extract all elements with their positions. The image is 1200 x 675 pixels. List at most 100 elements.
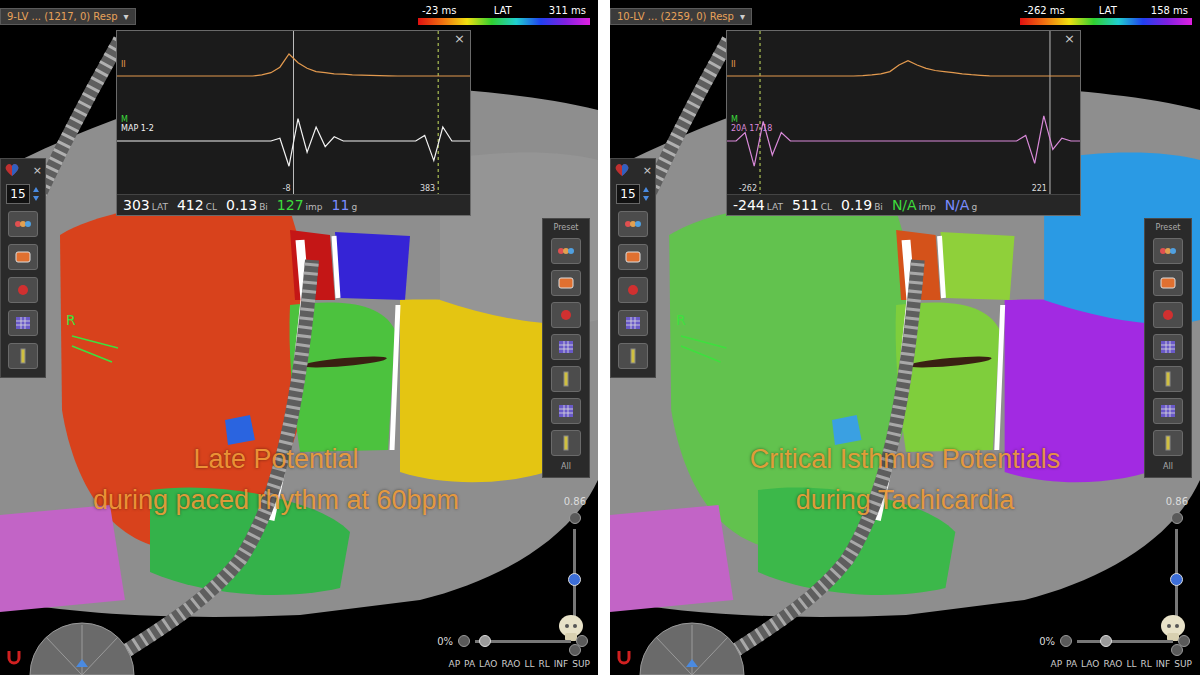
- tool-button[interactable]: [618, 211, 648, 237]
- tool-button[interactable]: [551, 430, 581, 456]
- tool-button[interactable]: [1153, 334, 1183, 360]
- marker-line[interactable]: [760, 31, 761, 194]
- close-button[interactable]: ×: [33, 164, 42, 177]
- plus-button[interactable]: [1178, 635, 1190, 647]
- filter-dropdown[interactable]: All: [561, 462, 571, 471]
- minus-button[interactable]: [458, 635, 470, 647]
- tool-button[interactable]: [1153, 302, 1183, 328]
- tool-button[interactable]: [1153, 398, 1183, 424]
- tool-button[interactable]: [8, 343, 38, 369]
- view-button[interactable]: RAO: [1103, 659, 1122, 669]
- trace-line: [727, 116, 1080, 166]
- tool-button[interactable]: [551, 334, 581, 360]
- preset-dropdown[interactable]: Preset: [1156, 223, 1181, 232]
- point-counter[interactable]: 15: [616, 184, 649, 204]
- tool-button[interactable]: [551, 366, 581, 392]
- tool-button[interactable]: [8, 211, 38, 237]
- filter-dropdown[interactable]: All: [1163, 462, 1173, 471]
- plus-button[interactable]: [1171, 512, 1183, 524]
- marker-line[interactable]: [1049, 31, 1050, 194]
- tool-button[interactable]: [1153, 270, 1183, 296]
- view-button[interactable]: RL: [538, 659, 549, 669]
- point-counter[interactable]: 15: [6, 184, 39, 204]
- spin-icon[interactable]: [642, 186, 650, 202]
- tool-button[interactable]: [1153, 430, 1183, 456]
- view-button[interactable]: PA: [1066, 659, 1077, 669]
- view-button[interactable]: LAO: [1081, 659, 1099, 669]
- marker-line[interactable]: [293, 31, 294, 194]
- marker-label: 383: [420, 184, 435, 193]
- view-buttons: AP PA LAO RAO LL RL INFSUP: [1050, 659, 1192, 669]
- signal-window[interactable]: ×IIMMAP 1-2-8383303LAT412CL0.13Bi127imp1…: [116, 30, 471, 216]
- grid-icon: [623, 315, 643, 331]
- map-region: [225, 415, 255, 445]
- view-button[interactable]: INF: [554, 659, 569, 669]
- view-button[interactable]: SUP: [572, 659, 590, 669]
- preset-dropdown[interactable]: Preset: [554, 223, 579, 232]
- view-button[interactable]: LL: [1126, 659, 1136, 669]
- readout-row: 303LAT412CL0.13Bi127imp11g: [117, 194, 470, 215]
- points-icon: [1158, 243, 1178, 259]
- tool-button[interactable]: [551, 238, 581, 264]
- tool-button[interactable]: [618, 277, 648, 303]
- readout: 0.13Bi: [226, 197, 268, 213]
- map-selector[interactable]: 9-LV ... (1217, 0) Resp▾: [0, 8, 136, 25]
- map-panel[interactable]: 9-LV ... (1217, 0) Resp▾-23 msLAT311 ms×…: [0, 0, 598, 675]
- magnet-icon: [616, 649, 632, 665]
- view-button[interactable]: SUP: [1174, 659, 1192, 669]
- trace-line: [727, 61, 1080, 76]
- plus-button[interactable]: [576, 635, 588, 647]
- map-region: [400, 300, 565, 483]
- zoom-slider[interactable]: 0%: [437, 635, 588, 647]
- slider-knob[interactable]: [479, 635, 491, 647]
- spin-icon[interactable]: [32, 186, 40, 202]
- map-panel[interactable]: 10-LV ... (2259, 0) Resp▾-262 msLAT158 m…: [610, 0, 1200, 675]
- marker-line[interactable]: [438, 31, 439, 194]
- tool-button[interactable]: [1153, 238, 1183, 264]
- points-icon: [13, 216, 33, 232]
- marker-label: 221: [1032, 184, 1047, 193]
- view-button[interactable]: RL: [1140, 659, 1151, 669]
- zoom-slider[interactable]: 0%: [1039, 635, 1190, 647]
- slider-knob[interactable]: [1170, 573, 1183, 586]
- tool-button[interactable]: [551, 398, 581, 424]
- trace-line: [117, 54, 470, 76]
- tool-button[interactable]: [551, 302, 581, 328]
- slider-knob[interactable]: [568, 573, 581, 586]
- view-button[interactable]: AP: [448, 659, 460, 669]
- slider-knob[interactable]: [1100, 635, 1112, 647]
- grid-icon: [556, 339, 576, 355]
- trace-area: ×IIM20A 17-18-262221: [727, 31, 1080, 194]
- view-button[interactable]: RAO: [501, 659, 520, 669]
- view-button[interactable]: AP: [1050, 659, 1062, 669]
- screenshot: 9-LV ... (1217, 0) Resp▾-23 msLAT311 ms×…: [0, 0, 1200, 675]
- tool-button[interactable]: [551, 270, 581, 296]
- trace-chart: [727, 31, 1080, 194]
- tool-button[interactable]: [618, 244, 648, 270]
- ball-icon: [1158, 307, 1178, 323]
- navigator-icon[interactable]: [636, 607, 748, 675]
- tool-button[interactable]: [8, 310, 38, 336]
- tool-button[interactable]: [618, 310, 648, 336]
- tool-button[interactable]: [8, 277, 38, 303]
- signal-window[interactable]: ×IIM20A 17-18-262221-244LAT511CL0.19BiN/…: [726, 30, 1081, 216]
- plus-button[interactable]: [569, 512, 581, 524]
- tool-button[interactable]: [1153, 366, 1183, 392]
- tool-button[interactable]: [8, 244, 38, 270]
- close-button[interactable]: ×: [454, 31, 465, 46]
- close-button[interactable]: ×: [1064, 31, 1075, 46]
- view-button[interactable]: LAO: [479, 659, 497, 669]
- caption: Critical Isthmus Potentialsduring Tachic…: [610, 444, 1200, 516]
- map-selector[interactable]: 10-LV ... (2259, 0) Resp▾: [610, 8, 752, 25]
- view-button[interactable]: PA: [464, 659, 475, 669]
- trace-chart: [117, 31, 470, 194]
- view-button[interactable]: LL: [524, 659, 534, 669]
- map-icon: [623, 249, 643, 265]
- minus-button[interactable]: [1060, 635, 1072, 647]
- view-button[interactable]: INF: [1156, 659, 1171, 669]
- close-button[interactable]: ×: [643, 164, 652, 177]
- grid-icon: [1158, 403, 1178, 419]
- navigator-icon[interactable]: [26, 607, 138, 675]
- tool-button[interactable]: [618, 343, 648, 369]
- ball-icon: [623, 282, 643, 298]
